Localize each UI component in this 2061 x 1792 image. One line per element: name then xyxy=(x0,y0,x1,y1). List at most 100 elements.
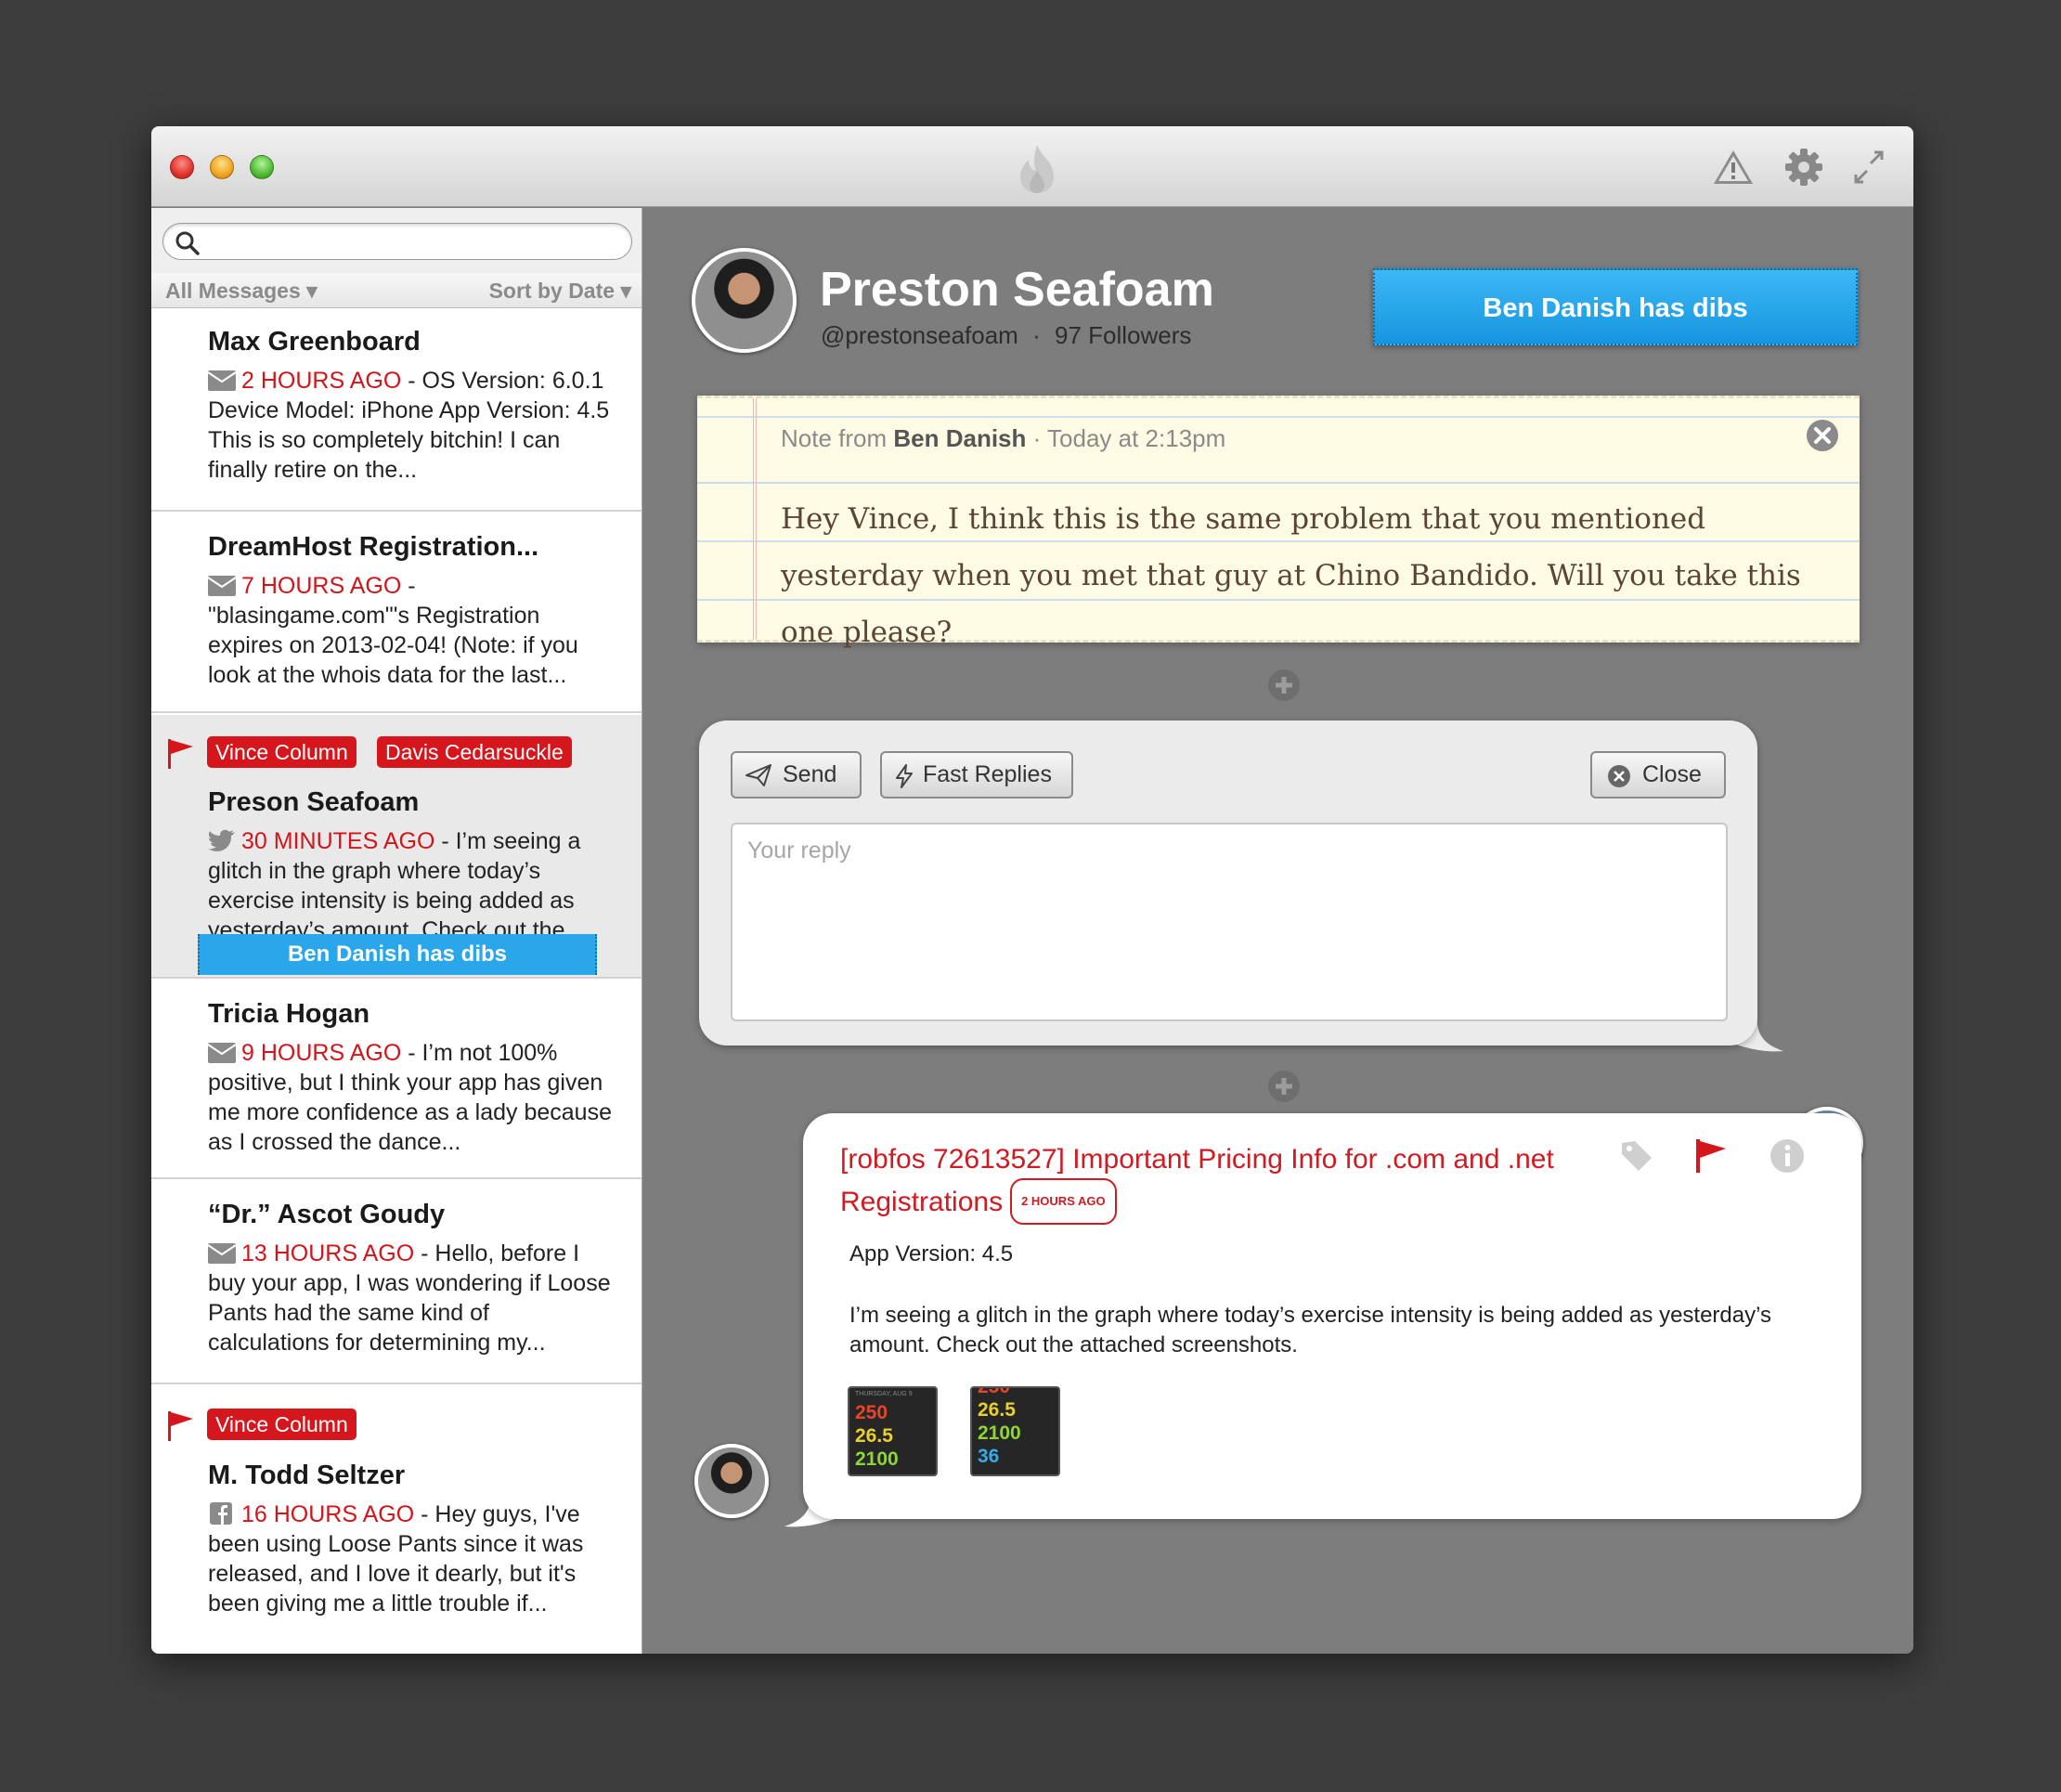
mail-icon xyxy=(208,370,236,391)
sender-avatar[interactable] xyxy=(694,1444,769,1518)
expand-icon[interactable] xyxy=(1847,147,1891,188)
message-preview: 9 HOURS AGO - I’m not 100% positive, but… xyxy=(208,1038,616,1157)
note-from-label: Note from xyxy=(781,424,894,452)
time-pill: 2 HOURS AGO xyxy=(1010,1178,1117,1225)
note-author: Ben Danish xyxy=(893,424,1027,452)
meta-separator: · xyxy=(1032,321,1041,349)
incoming-message: [robfos 72613527] Important Pricing Info… xyxy=(803,1113,1861,1519)
sender-name: Preson Seafoam xyxy=(208,787,420,817)
app-version: App Version: 4.5 xyxy=(849,1241,1014,1266)
mail-icon xyxy=(208,1043,236,1063)
add-item-icon[interactable] xyxy=(1267,1070,1301,1103)
message-list-item[interactable]: DreamHost Registration... 7 HOURS AGO - … xyxy=(151,513,642,713)
fast-replies-label: Fast Replies xyxy=(923,761,1052,787)
message-list-item[interactable]: Vince Column M. Todd Seltzer 16 HOURS AG… xyxy=(151,1386,642,1654)
tag-icon[interactable] xyxy=(1618,1137,1655,1175)
send-button[interactable]: Send xyxy=(731,751,862,799)
thumb-header: THURSDAY, AUG 9 xyxy=(855,1391,913,1397)
gear-icon[interactable] xyxy=(1782,147,1826,188)
search-field[interactable] xyxy=(162,223,632,260)
reply-box xyxy=(731,823,1728,1021)
sort-dropdown[interactable]: Sort by Date ▾ xyxy=(489,279,631,304)
internal-note: Note from Ben Danish · Today at 2:13pm H… xyxy=(697,396,1860,649)
message-time: 16 HOURS AGO xyxy=(241,1501,415,1527)
note-text: Hey Vince, I think this is the same prob… xyxy=(781,502,1801,649)
assignee-tag[interactable]: Vince Column xyxy=(207,736,356,768)
message-body: I’m seeing a glitch in the graph where t… xyxy=(849,1303,1772,1357)
message-preview: 30 MINUTES AGO - I’m seeing a glitch in … xyxy=(208,826,616,936)
flag-icon xyxy=(168,1411,193,1441)
message-time: 2 HOURS AGO xyxy=(241,368,402,394)
info-icon[interactable] xyxy=(1769,1137,1806,1175)
message-preview: 2 HOURS AGO - OS Version: 6.0.1 Device M… xyxy=(208,366,616,485)
thumb-value: 2100 xyxy=(855,1448,899,1470)
sender-name: M. Todd Seltzer xyxy=(208,1461,406,1490)
message-time: 30 MINUTES AGO xyxy=(241,828,435,854)
paper-plane-icon xyxy=(745,764,771,786)
assignee-tag[interactable]: Davis Cedarsuckle xyxy=(377,736,572,768)
close-label: Close xyxy=(1642,761,1702,787)
filter-bar: All Messages ▾ Sort by Date ▾ xyxy=(151,273,642,308)
thumb-value: 26.5 xyxy=(855,1425,893,1447)
message-time: 9 HOURS AGO xyxy=(241,1040,402,1066)
mail-icon xyxy=(208,576,236,596)
reply-textarea[interactable] xyxy=(732,825,1726,1019)
message-list-item[interactable]: Max Greenboard 2 HOURS AGO - OS Version:… xyxy=(151,308,642,512)
message-preview: 16 HOURS AGO - Hey guys, I've been using… xyxy=(208,1500,616,1618)
search-input[interactable] xyxy=(206,229,615,255)
facebook-icon xyxy=(210,1502,232,1525)
contact-avatar[interactable] xyxy=(692,248,797,353)
dibs-banner: Ben Danish has dibs xyxy=(198,934,597,975)
close-note-icon[interactable] xyxy=(1806,419,1839,452)
flame-icon xyxy=(1020,145,1054,193)
send-label: Send xyxy=(783,761,837,787)
message-list-item-selected[interactable]: Vince Column Davis Cedarsuckle Preson Se… xyxy=(151,715,642,979)
subject-text: [robfos 72613527] Important Pricing Info… xyxy=(840,1144,1554,1217)
message-filter-dropdown[interactable]: All Messages ▾ xyxy=(165,279,318,304)
flag-icon[interactable] xyxy=(1691,1137,1728,1175)
close-reply-button[interactable]: Close xyxy=(1590,751,1726,799)
thumb-value: 250 xyxy=(855,1402,888,1423)
follower-count: 97 Followers xyxy=(1054,321,1192,349)
zoom-window-button[interactable] xyxy=(250,155,274,179)
message-list-sidebar: All Messages ▾ Sort by Date ▾ Max Greenb… xyxy=(151,208,642,1654)
search-area xyxy=(151,208,642,273)
message-list-item[interactable]: Tricia Hogan 9 HOURS AGO - I’m not 100% … xyxy=(151,980,642,1179)
flag-icon xyxy=(168,739,193,769)
close-window-button[interactable] xyxy=(170,155,194,179)
note-time: Today at 2:13pm xyxy=(1047,424,1226,452)
message-preview: 7 HOURS AGO - "blasingame.com"'s Registr… xyxy=(208,571,616,690)
thumb-value: 2100 xyxy=(978,1422,1021,1444)
thumb-value: 250 xyxy=(978,1386,1011,1397)
twitter-icon xyxy=(208,829,235,851)
contact-handle[interactable]: @prestonseafoam xyxy=(821,321,1018,349)
message-time: 7 HOURS AGO xyxy=(241,573,402,599)
search-icon xyxy=(175,231,200,255)
message-list-item[interactable]: “Dr.” Ascot Goudy 13 HOURS AGO - Hello, … xyxy=(151,1181,642,1384)
screenshot-thumbnail[interactable]: THURSDAY, AUG 9 250 26.5 2100 xyxy=(848,1386,938,1476)
dibs-button[interactable]: Ben Danish has dibs xyxy=(1373,268,1858,345)
fast-replies-button[interactable]: Fast Replies xyxy=(880,751,1073,799)
sender-name: Tricia Hogan xyxy=(208,999,370,1029)
mail-icon xyxy=(208,1243,236,1264)
note-separator: · xyxy=(1026,424,1048,452)
screenshot-thumbnail[interactable]: 250 26.5 2100 36 xyxy=(970,1386,1060,1476)
title-bar xyxy=(151,126,1913,207)
add-item-icon[interactable] xyxy=(1267,669,1301,702)
contact-name: Preston Seafoam xyxy=(820,263,1214,317)
note-margin-line xyxy=(753,398,757,640)
conversation-panel: Preston Seafoam @prestonseafoam · 97 Fol… xyxy=(643,208,1913,1654)
assignee-tag[interactable]: Vince Column xyxy=(207,1409,356,1440)
sender-name: “Dr.” Ascot Goudy xyxy=(208,1200,446,1229)
contact-meta: @prestonseafoam · 97 Followers xyxy=(821,321,1191,350)
close-circle-icon xyxy=(1608,765,1630,787)
minimize-window-button[interactable] xyxy=(210,155,234,179)
sender-name: DreamHost Registration... xyxy=(208,532,539,562)
reply-composer: Send Fast Replies Close xyxy=(699,721,1757,1045)
lightning-icon xyxy=(896,764,913,788)
thumb-value: 36 xyxy=(978,1446,1000,1467)
message-preview: 13 HOURS AGO - Hello, before I buy your … xyxy=(208,1239,616,1357)
sender-name: Max Greenboard xyxy=(208,327,421,357)
warning-icon[interactable] xyxy=(1711,147,1756,188)
message-time: 13 HOURS AGO xyxy=(241,1240,415,1266)
